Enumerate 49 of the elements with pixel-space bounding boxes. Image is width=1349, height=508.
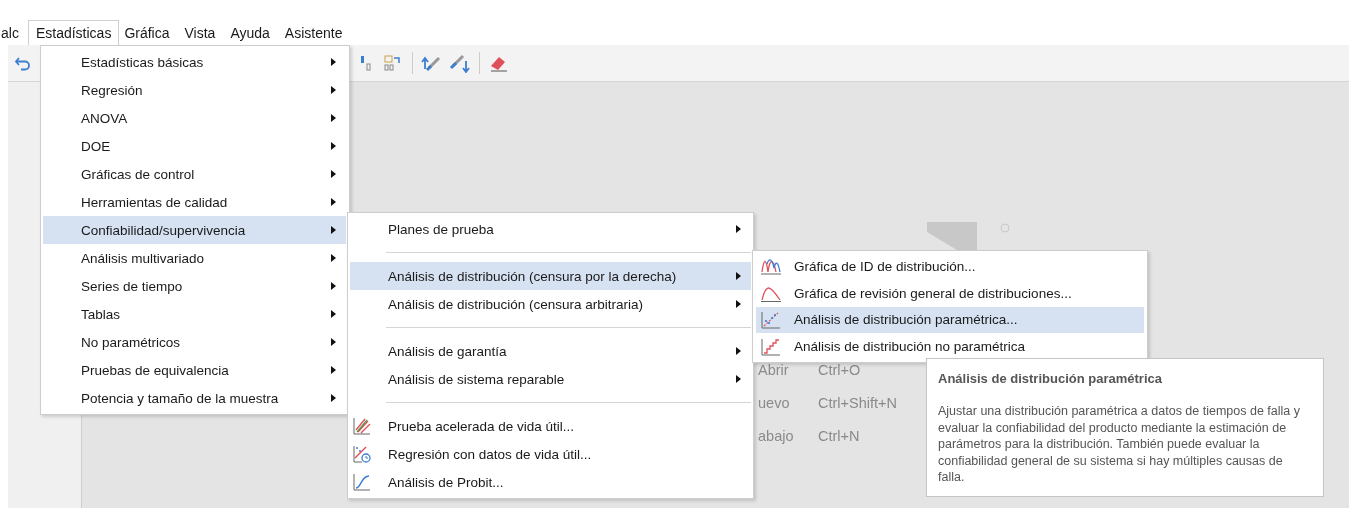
menu-item[interactable]: Confiabilidad/supervivencia	[43, 216, 346, 244]
probability-plot-icon	[760, 309, 782, 330]
menu-item[interactable]: DOE	[43, 132, 346, 160]
menu-bar-item[interactable]: Asistente	[279, 20, 353, 45]
menu-item[interactable]: Análisis de sistema reparable	[350, 365, 751, 393]
shortcut-keys: Ctrl+O	[818, 362, 861, 378]
submenu-arrow-icon	[736, 347, 741, 355]
menu-bar-item[interactable]: Gráfica	[119, 20, 180, 45]
brush-down-icon[interactable]	[449, 53, 471, 73]
submenu-arrow-icon	[736, 375, 741, 383]
menu-item[interactable]: Análisis de distribución (censura arbitraria)	[350, 290, 751, 318]
tooltip-title: Análisis de distribución paramétrica	[938, 371, 1163, 386]
menu-item[interactable]: Pruebas de equivalencia	[43, 356, 346, 384]
submenu-arrow-icon	[736, 272, 741, 280]
distribution-id-icon	[760, 256, 782, 277]
menu-bar-item[interactable]: Ayuda	[225, 20, 280, 45]
menu-item[interactable]: Herramientas de calidad	[43, 188, 346, 216]
menu-item[interactable]: Análisis de garantía	[350, 337, 751, 365]
menu-item[interactable]: Análisis de distribución (censura por la derecha)	[350, 262, 751, 290]
menu-item[interactable]: Estadísticas básicas	[43, 48, 346, 76]
undo-icon[interactable]	[14, 55, 32, 71]
submenu-arrow-icon	[736, 225, 741, 233]
submenu-arrow-icon	[736, 300, 741, 308]
menu-item[interactable]: Análisis de distribución no paramétrica	[756, 333, 1144, 360]
menu-item[interactable]: Prueba acelerada de vida útil...	[350, 412, 751, 440]
menu-item[interactable]: Gráfica de revisión general de distribuciones...	[756, 279, 1144, 307]
menu-item[interactable]: Regresión con datos de vida útil...	[350, 440, 751, 468]
menu-item[interactable]: Planes de prueba	[350, 215, 751, 243]
menu-item[interactable]: Gráfica de ID de distribución...	[756, 253, 1144, 280]
menu-item[interactable]: Gráficas de control	[43, 160, 346, 188]
step-plot-icon	[760, 336, 782, 357]
menu-item[interactable]: Series de tiempo	[43, 272, 346, 300]
accelerated-test-icon	[352, 416, 372, 436]
menu-bar-item[interactable]: alc	[0, 20, 28, 45]
menu-item[interactable]: ANOVA	[43, 104, 346, 132]
menu-item[interactable]: Análisis de Probit...	[350, 468, 751, 496]
s-curve-icon	[352, 472, 372, 492]
menu-item[interactable]: Tablas	[43, 300, 346, 328]
menu-item[interactable]: Análisis de distribución paramétrica...	[756, 306, 1144, 334]
menu-item[interactable]: No paramétricos	[43, 328, 346, 356]
menu-bar-item[interactable]: Vista	[179, 20, 226, 45]
regression-clock-icon	[352, 444, 372, 464]
menu-bar-item[interactable]: Estadísticas	[27, 20, 120, 45]
tooltip-text: Ajustar una distribución paramétrica a datos de tiempos de falla y evaluar la confiabilidad del producto mediante la estimación de parámetros para la distribución. También puede evaluar la confiabilidad general de su sistema si hay múltiples causas de falla.	[938, 403, 1301, 486]
menu-item[interactable]: Regresión	[43, 76, 346, 104]
menu-item[interactable]: Potencia y tamaño de la muestra	[43, 384, 346, 412]
shortcut-keys: Ctrl+Shift+N	[818, 395, 897, 411]
shortcut-keys: Ctrl+N	[818, 428, 860, 444]
menu-item[interactable]: Análisis multivariado	[43, 244, 346, 272]
